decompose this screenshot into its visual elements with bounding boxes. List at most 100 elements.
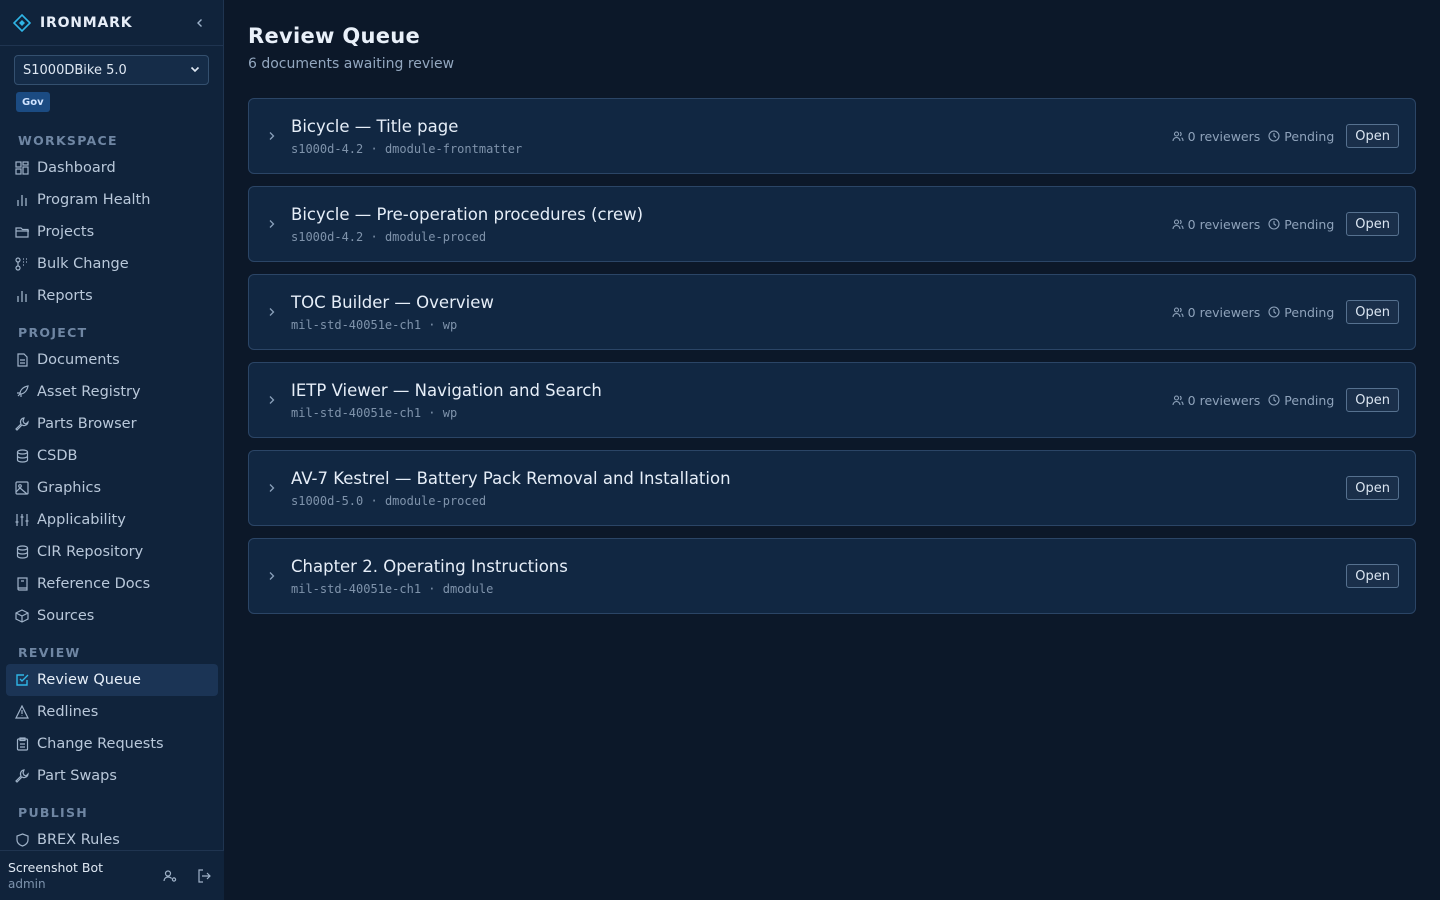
- section-label-workspace: WORKSPACE: [18, 133, 118, 148]
- sidebar-item-csdb[interactable]: CSDB: [6, 440, 218, 472]
- users-icon: [1172, 307, 1184, 318]
- sidebar-item-brex-rules[interactable]: BREX Rules: [6, 824, 218, 850]
- sidebar-item-label: Review Queue: [37, 672, 141, 688]
- sidebar-item-label: Sources: [37, 608, 95, 624]
- chevron-right-icon[interactable]: [265, 305, 279, 319]
- folder-icon: [14, 224, 30, 240]
- review-card[interactable]: Bicycle — Pre-operation procedures (crew…: [248, 186, 1416, 262]
- sidebar-item-dashboard[interactable]: Dashboard: [6, 152, 218, 184]
- document-title: IETP Viewer — Navigation and Search: [291, 380, 602, 400]
- sidebar-item-reference-docs[interactable]: Reference Docs: [6, 568, 218, 600]
- review-card[interactable]: AV-7 Kestrel — Battery Pack Removal and …: [248, 450, 1416, 526]
- package-icon: [14, 608, 30, 624]
- users-icon: [1172, 131, 1184, 142]
- open-button[interactable]: Open: [1346, 476, 1399, 500]
- user-info: Screenshot Bot admin: [8, 860, 148, 891]
- sidebar-item-label: Change Requests: [37, 736, 164, 752]
- sidebar-item-part-swaps[interactable]: Part Swaps: [6, 760, 218, 792]
- document-title: TOC Builder — Overview: [291, 292, 494, 312]
- open-button[interactable]: Open: [1346, 124, 1399, 148]
- sidebar-item-change-requests[interactable]: Change Requests: [6, 728, 218, 760]
- users-icon: [1172, 395, 1184, 406]
- document-title: AV-7 Kestrel — Battery Pack Removal and …: [291, 468, 731, 488]
- clock-icon: [1268, 394, 1280, 406]
- sidebar-item-label: Asset Registry: [37, 384, 141, 400]
- wrench-icon: [14, 416, 30, 432]
- chevron-right-icon[interactable]: [265, 481, 279, 495]
- document-type: dmodule: [442, 581, 494, 596]
- book-icon: [14, 576, 30, 592]
- reviewers-count: 0 reviewers: [1172, 217, 1260, 232]
- review-card[interactable]: IETP Viewer — Navigation and Search mil-…: [248, 362, 1416, 438]
- sidebar-item-projects[interactable]: Projects: [6, 216, 218, 248]
- project-select-value: S1000DBike 5.0: [23, 62, 127, 78]
- sidebar-item-label: Applicability: [37, 512, 126, 528]
- rocket-icon: [14, 384, 30, 400]
- review-card-text: Bicycle — Title page s1000d-4.2 · dmodul…: [291, 117, 1172, 156]
- sidebar-item-review-queue[interactable]: Review Queue: [6, 664, 218, 696]
- sidebar-item-graphics[interactable]: Graphics: [6, 472, 218, 504]
- sidebar-item-applicability[interactable]: Applicability: [6, 504, 218, 536]
- document-type: dmodule-frontmatter: [384, 141, 523, 156]
- bar-chart-icon: [14, 288, 30, 304]
- chevron-right-icon[interactable]: [265, 217, 279, 231]
- sidebar-item-program-health[interactable]: Program Health: [6, 184, 218, 216]
- sidebar-item-asset-registry[interactable]: Asset Registry: [6, 376, 218, 408]
- clock-icon: [1268, 218, 1280, 230]
- gov-badge: Gov: [16, 92, 50, 112]
- database-icon: [14, 544, 30, 560]
- open-button[interactable]: Open: [1346, 388, 1399, 412]
- page-subtitle: 6 documents awaiting review: [248, 56, 455, 72]
- document-spec: mil-std-40051e-ch1: [291, 405, 422, 420]
- sidebar-item-label: CIR Repository: [37, 544, 144, 560]
- sidebar-item-redlines[interactable]: Redlines: [6, 696, 218, 728]
- open-button[interactable]: Open: [1346, 212, 1399, 236]
- review-card-text: TOC Builder — Overview mil-std-40051e-ch…: [291, 293, 1172, 332]
- sidebar-item-label: Reference Docs: [37, 576, 151, 592]
- chevron-down-icon: [190, 63, 200, 78]
- review-card[interactable]: TOC Builder — Overview mil-std-40051e-ch…: [248, 274, 1416, 350]
- chevron-right-icon[interactable]: [265, 393, 279, 407]
- sidebar-nav: WORKSPACE Dashboard Program Health Proje…: [0, 120, 224, 850]
- bar-chart-icon: [14, 192, 30, 208]
- sidebar-item-label: CSDB: [37, 448, 78, 464]
- sidebar-item-label: Program Health: [37, 192, 151, 208]
- chevron-right-icon[interactable]: [265, 569, 279, 583]
- chevron-right-icon[interactable]: [265, 129, 279, 143]
- sidebar-item-label: Redlines: [37, 704, 99, 720]
- review-card[interactable]: Chapter 2. Operating Instructions mil-st…: [248, 538, 1416, 614]
- sidebar-item-label: Part Swaps: [37, 768, 117, 784]
- review-list: Bicycle — Title page s1000d-4.2 · dmodul…: [248, 98, 1416, 626]
- document-meta: mil-std-40051e-ch1 · wp: [291, 405, 458, 420]
- sidebar-item-label: Graphics: [37, 480, 102, 496]
- logout-icon[interactable]: [192, 864, 216, 888]
- user-bar: Screenshot Bot admin: [0, 850, 224, 900]
- sidebar-item-reports[interactable]: Reports: [6, 280, 218, 312]
- document-type: wp: [442, 405, 458, 420]
- document-meta: s1000d-4.2 · dmodule-frontmatter: [291, 141, 523, 156]
- document-type: dmodule-proced: [384, 493, 487, 508]
- user-settings-icon[interactable]: [158, 864, 182, 888]
- document-title: Chapter 2. Operating Instructions: [291, 556, 568, 576]
- sidebar-item-label: Reports: [37, 288, 93, 304]
- open-button[interactable]: Open: [1346, 564, 1399, 588]
- status-pending: Pending: [1268, 305, 1334, 320]
- shield-icon: [14, 832, 30, 848]
- sidebar-item-bulk-change[interactable]: Bulk Change: [6, 248, 218, 280]
- document-spec: s1000d-4.2: [291, 229, 364, 244]
- status-pending: Pending: [1268, 217, 1334, 232]
- clock-icon: [1268, 130, 1280, 142]
- sidebar-item-sources[interactable]: Sources: [6, 600, 218, 632]
- page-title: Review Queue: [248, 24, 421, 48]
- reviewers-count: 0 reviewers: [1172, 129, 1260, 144]
- open-button[interactable]: Open: [1346, 300, 1399, 324]
- user-role: admin: [8, 877, 46, 891]
- sidebar-item-cir-repository[interactable]: CIR Repository: [6, 536, 218, 568]
- collapse-sidebar-icon[interactable]: [189, 12, 211, 34]
- project-select[interactable]: S1000DBike 5.0: [14, 55, 209, 85]
- shuffle-icon: [14, 256, 30, 272]
- review-card[interactable]: Bicycle — Title page s1000d-4.2 · dmodul…: [248, 98, 1416, 174]
- status-pending: Pending: [1268, 393, 1334, 408]
- sidebar-item-documents[interactable]: Documents: [6, 344, 218, 376]
- sidebar-item-parts-browser[interactable]: Parts Browser: [6, 408, 218, 440]
